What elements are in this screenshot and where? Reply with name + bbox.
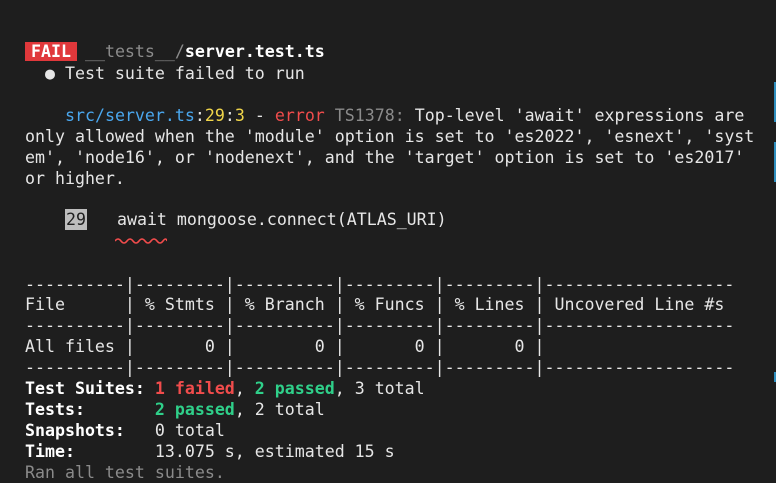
suite-failed-message: ● Test suite failed to run	[45, 64, 305, 83]
summary-snapshots: Snapshots: 0 total	[25, 421, 225, 440]
summary-test-suites: Test Suites: 1 failed, 2 passed, 3 total	[25, 379, 425, 398]
coverage-table-border-bottom: ----------|---------|----------|--------…	[25, 358, 735, 377]
summary-footer: Ran all test suites.	[25, 463, 225, 482]
fail-badge: FAIL	[25, 42, 77, 61]
suites-failed-count: 1 failed	[154, 379, 235, 398]
suites-passed-count: 2 passed	[254, 379, 335, 398]
code-text: await mongoose.connect(ATLAS_URI)	[116, 210, 447, 229]
coverage-table-header: File | % Stmts | % Branch | % Funcs | % …	[25, 295, 735, 314]
error-text-1: Top-level 'await' expressions are	[404, 106, 745, 125]
terminal-window[interactable]: FAIL __tests__/server.test.ts ● Test suit…	[0, 0, 776, 483]
test-path-prefix: __tests__/	[84, 42, 185, 61]
error-text-3: em', 'node16', or 'nodenext', and the 't…	[25, 148, 745, 167]
error-code: TS1378:	[334, 106, 405, 125]
code-line-number: 29	[65, 209, 87, 230]
summary-tests: Tests: 2 passed, 2 total	[25, 400, 325, 419]
test-file-name: server.test.ts	[184, 42, 325, 61]
error-line: 29	[204, 106, 225, 125]
summary-time: Time: 13.075 s, estimated 15 s	[25, 442, 395, 461]
code-snippet-line: 29 await mongoose.connect(ATLAS_URI)	[65, 209, 447, 230]
tests-passed-count: 2 passed	[154, 400, 235, 419]
error-level: error	[274, 106, 325, 125]
error-col: 3	[234, 106, 245, 125]
error-text-4: or higher.	[25, 169, 125, 188]
coverage-table-border-mid: ----------|---------|----------|--------…	[25, 316, 735, 335]
error-text-2: only allowed when the 'module' option is…	[25, 127, 755, 146]
coverage-table-border-top: ----------|---------|----------|--------…	[25, 275, 735, 294]
test-file-header: FAIL __tests__/server.test.ts	[25, 41, 325, 62]
error-location: src/server.ts:29:3 - error TS1378: Top-l…	[65, 106, 745, 125]
error-squiggle-underline	[115, 238, 167, 244]
coverage-table-row: All files | 0 | 0 | 0 | 0 |	[25, 337, 735, 356]
error-file: src/server.ts	[65, 106, 195, 125]
